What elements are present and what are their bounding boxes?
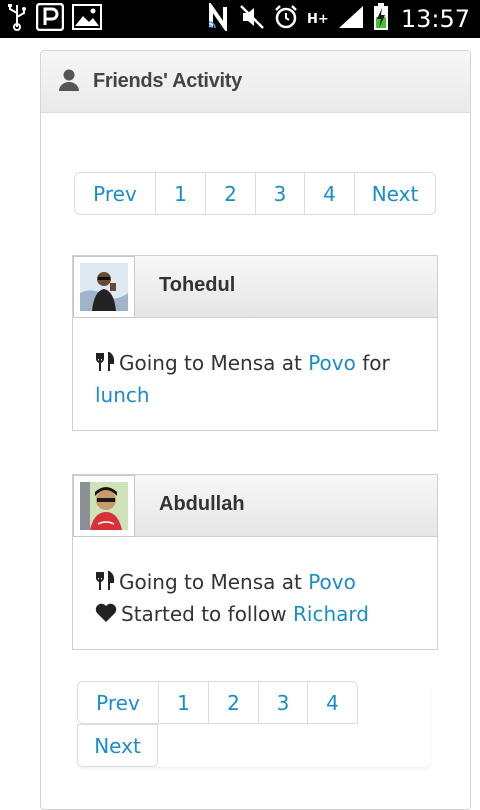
- activity-card: Tohedul Going to Mensa at Povo for lunch: [72, 255, 438, 431]
- activity-line: Going to Mensa at Povo for lunch: [95, 348, 415, 410]
- alarm-icon: [273, 4, 299, 34]
- meal-link[interactable]: lunch: [95, 383, 150, 407]
- network-type-icon: H+: [307, 11, 329, 27]
- page-2-button[interactable]: 2: [208, 681, 259, 724]
- nfc-icon: [207, 0, 231, 35]
- user-icon: [59, 69, 79, 95]
- activity-text: Going to Mensa at: [119, 570, 309, 594]
- activity-line: Going to Mensa at Povo: [95, 567, 415, 599]
- cutlery-icon: [95, 569, 115, 599]
- page-2-button[interactable]: 2: [205, 172, 256, 215]
- pagination-top: Prev 1 2 3 4 Next: [74, 172, 436, 215]
- page-4-button[interactable]: 4: [304, 172, 355, 215]
- clock: 13:57: [400, 5, 470, 33]
- cutlery-icon: [95, 350, 115, 380]
- usb-icon: [6, 3, 28, 35]
- place-link[interactable]: Povo: [308, 351, 356, 375]
- avatar[interactable]: [73, 475, 135, 537]
- next-page-button[interactable]: Next: [354, 172, 436, 215]
- page-4-button[interactable]: 4: [307, 681, 358, 724]
- mute-icon: [239, 4, 265, 34]
- activity-line: Started to follow Richard: [95, 599, 415, 631]
- parking-app-icon: [35, 2, 65, 35]
- page-3-button[interactable]: 3: [255, 172, 305, 215]
- heart-icon: [95, 601, 117, 631]
- prev-page-button[interactable]: Prev: [77, 681, 159, 724]
- battery-charging-icon: [373, 3, 389, 35]
- activity-card-header: Tohedul: [73, 256, 437, 318]
- panel-title: Friends' Activity: [93, 70, 242, 92]
- activity-text: Going to Mensa at: [119, 351, 309, 375]
- page-1-button[interactable]: 1: [155, 172, 206, 215]
- place-link[interactable]: Povo: [308, 570, 356, 594]
- panel-header: Friends' Activity: [41, 51, 470, 113]
- friend-name[interactable]: Abdullah: [159, 493, 245, 516]
- signal-icon: [337, 4, 365, 34]
- page-3-button[interactable]: 3: [258, 681, 308, 724]
- activity-text: Started to follow: [121, 602, 293, 626]
- avatar[interactable]: [73, 256, 135, 318]
- prev-page-button[interactable]: Prev: [74, 172, 156, 215]
- page-1-button[interactable]: 1: [158, 681, 209, 724]
- activity-card-header: Abdullah: [73, 475, 437, 537]
- activity-body: Going to Mensa at Povo for lunch: [73, 318, 437, 432]
- gallery-icon: [72, 4, 102, 34]
- status-bar: H+ 13:57: [0, 0, 480, 38]
- activity-card: Abdullah Going to Mensa at Povo Started …: [72, 474, 438, 650]
- next-page-button[interactable]: Next: [77, 724, 158, 767]
- activity-body: Going to Mensa at Povo Started to follow…: [73, 537, 437, 653]
- activity-text: for: [355, 351, 390, 375]
- friend-name[interactable]: Tohedul: [159, 274, 235, 297]
- pagination-bottom: Prev 1 2 3 4 Next: [77, 681, 431, 767]
- user-link[interactable]: Richard: [293, 602, 369, 626]
